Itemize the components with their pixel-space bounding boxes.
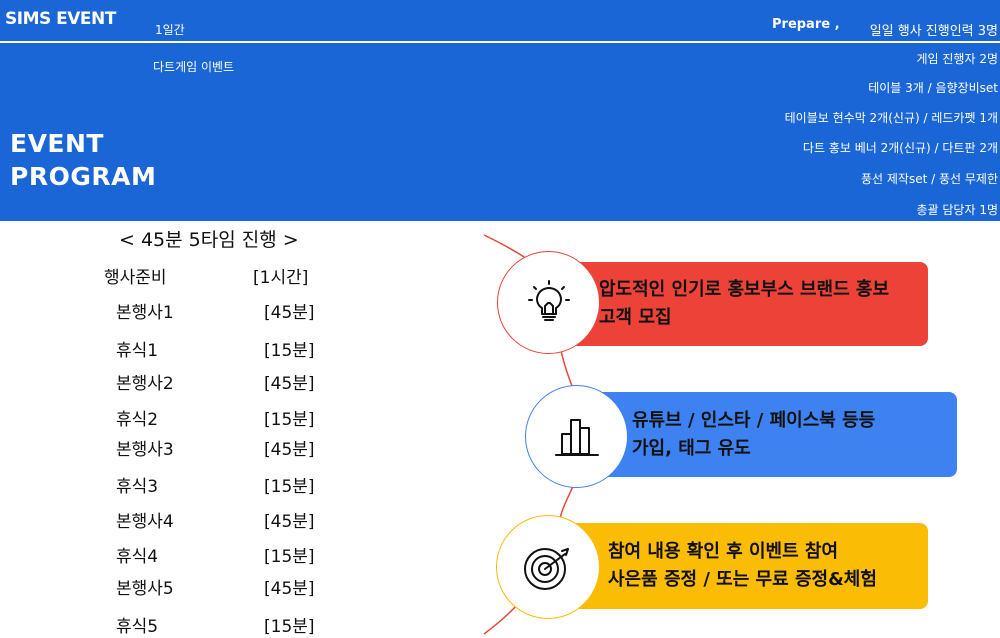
step-2-line1: 유튜브 / 인스타 / 페이스북 등등 bbox=[632, 409, 876, 431]
step-card-3: 참여 내용 확인 후 이벤트 참여 사은품 증정 / 또는 무료 증정&체험 bbox=[556, 523, 928, 609]
step-1-line2: 고객 모집 bbox=[599, 307, 672, 328]
step-3-line1: 참여 내용 확인 후 이벤트 참여 bbox=[608, 541, 839, 562]
lightbulb-icon bbox=[527, 279, 570, 321]
step-3-line2: 사은품 증정 / 또는 무료 증정&체험 bbox=[608, 569, 877, 590]
step-icon-circle-2 bbox=[525, 385, 628, 488]
target-icon bbox=[524, 548, 569, 590]
step-1-line1: 압도적인 인기로 홍보부스 브랜드 홍보 bbox=[599, 279, 890, 300]
step-icon-circle-3 bbox=[496, 515, 600, 619]
step-icon-circle-1 bbox=[497, 251, 600, 354]
bar-chart-icon bbox=[554, 418, 599, 456]
step-card-2: 유튜브 / 인스타 / 페이스북 등등 가입, 태그 유도 bbox=[584, 392, 957, 477]
step-2-line2: 가입, 태그 유도 bbox=[632, 437, 751, 459]
step-card-1: 압도적인 인기로 홍보부스 브랜드 홍보 고객 모집 bbox=[556, 262, 928, 346]
